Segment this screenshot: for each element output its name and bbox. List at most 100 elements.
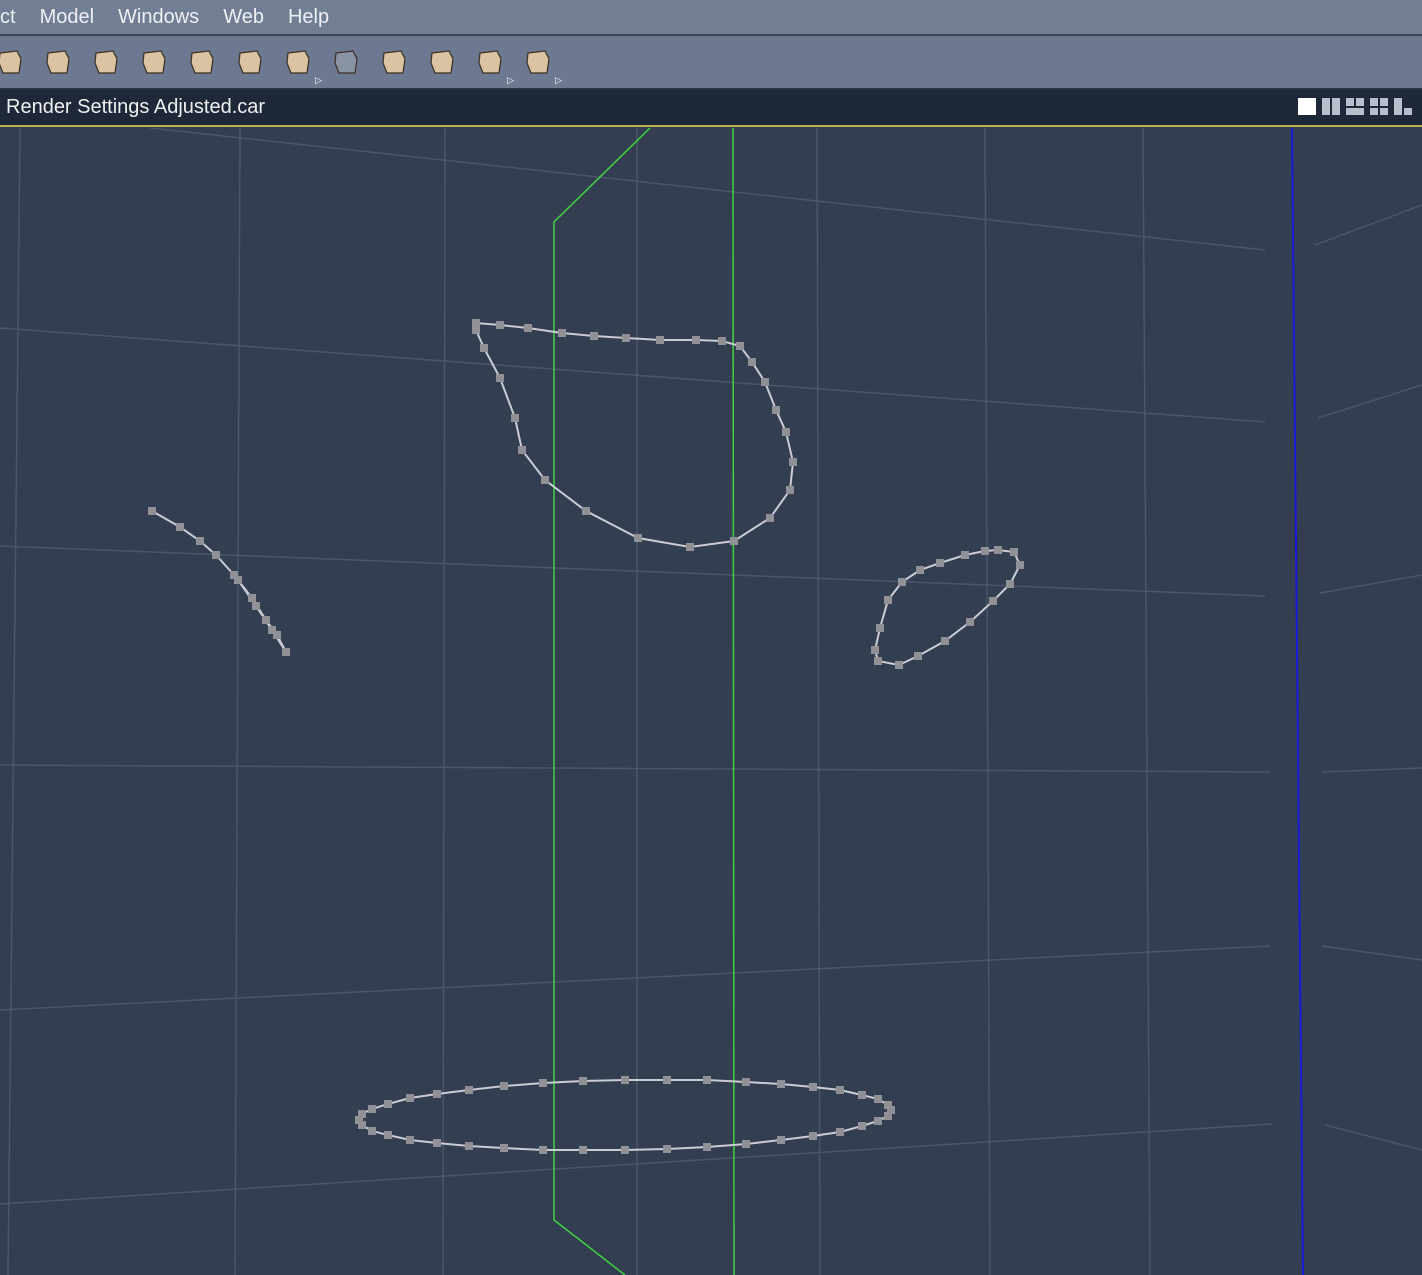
control-point[interactable] — [874, 1095, 882, 1103]
box-icon[interactable] — [184, 44, 220, 80]
control-point[interactable] — [884, 1112, 892, 1120]
control-point[interactable] — [966, 618, 974, 626]
control-point[interactable] — [1016, 561, 1024, 569]
control-point[interactable] — [496, 374, 504, 382]
control-point[interactable] — [472, 319, 480, 327]
control-point[interactable] — [898, 578, 906, 586]
control-point[interactable] — [782, 428, 790, 436]
control-point[interactable] — [772, 406, 780, 414]
control-point[interactable] — [621, 1146, 629, 1154]
lathe-icon[interactable] — [88, 44, 124, 80]
loft-icon[interactable] — [376, 44, 412, 80]
menu-help[interactable]: Help — [288, 6, 329, 29]
control-point[interactable] — [941, 637, 949, 645]
revolve-icon[interactable] — [40, 44, 76, 80]
control-point[interactable] — [858, 1122, 866, 1130]
control-point[interactable] — [742, 1078, 750, 1086]
control-point[interactable] — [858, 1091, 866, 1099]
control-point[interactable] — [433, 1090, 441, 1098]
control-point[interactable] — [268, 626, 276, 634]
control-point[interactable] — [786, 486, 794, 494]
profile-curve-left[interactable] — [151, 510, 287, 653]
control-point[interactable] — [989, 597, 997, 605]
control-point[interactable] — [212, 551, 220, 559]
control-point[interactable] — [433, 1139, 441, 1147]
control-point[interactable] — [703, 1143, 711, 1151]
control-point[interactable] — [761, 378, 769, 386]
control-point[interactable] — [465, 1142, 473, 1150]
control-point[interactable] — [994, 546, 1002, 554]
control-point[interactable] — [874, 1117, 882, 1125]
control-point[interactable] — [686, 543, 694, 551]
control-point[interactable] — [718, 337, 726, 345]
control-point[interactable] — [176, 523, 184, 531]
control-point[interactable] — [590, 332, 598, 340]
control-point[interactable] — [789, 458, 797, 466]
control-point[interactable] — [663, 1145, 671, 1153]
control-point[interactable] — [480, 344, 488, 352]
control-point[interactable] — [736, 342, 744, 350]
control-point[interactable] — [663, 1076, 671, 1084]
control-point[interactable] — [384, 1131, 392, 1139]
extrude-icon[interactable] — [0, 44, 28, 80]
control-point[interactable] — [539, 1079, 547, 1087]
single-view-layout-button[interactable] — [1298, 98, 1316, 115]
control-point[interactable] — [579, 1146, 587, 1154]
control-point[interactable] — [518, 446, 526, 454]
control-point[interactable] — [961, 551, 969, 559]
control-point[interactable] — [748, 358, 756, 366]
control-point[interactable] — [916, 566, 924, 574]
control-point[interactable] — [622, 334, 630, 342]
control-point[interactable] — [148, 507, 156, 515]
control-point[interactable] — [692, 336, 700, 344]
control-point[interactable] — [634, 534, 642, 542]
deform-icon[interactable]: ▷ — [520, 44, 562, 85]
profile-curve-top[interactable] — [475, 322, 795, 549]
control-point[interactable] — [703, 1076, 711, 1084]
control-point[interactable] — [1006, 580, 1014, 588]
control-point[interactable] — [777, 1136, 785, 1144]
control-point[interactable] — [496, 321, 504, 329]
control-point[interactable] — [730, 537, 738, 545]
control-point[interactable] — [384, 1100, 392, 1108]
control-point[interactable] — [406, 1094, 414, 1102]
control-point[interactable] — [234, 576, 242, 584]
profile-curve-right[interactable] — [873, 548, 1022, 667]
control-point[interactable] — [465, 1086, 473, 1094]
control-point[interactable] — [936, 559, 944, 567]
control-point[interactable] — [196, 537, 204, 545]
two-vertical-layout-button[interactable] — [1322, 98, 1340, 115]
sphere-icon[interactable]: ▷ — [280, 44, 322, 85]
control-point[interactable] — [368, 1105, 376, 1113]
control-point[interactable] — [836, 1086, 844, 1094]
control-point[interactable] — [262, 616, 270, 624]
control-point[interactable] — [836, 1128, 844, 1136]
control-point[interactable] — [368, 1127, 376, 1135]
control-point[interactable] — [539, 1146, 547, 1154]
control-point[interactable] — [500, 1144, 508, 1152]
control-point[interactable] — [511, 414, 519, 422]
control-point[interactable] — [884, 596, 892, 604]
control-point[interactable] — [524, 324, 532, 332]
menu-model[interactable]: Model — [40, 6, 94, 29]
sweep-icon[interactable] — [232, 44, 268, 80]
control-point[interactable] — [252, 602, 260, 610]
3d-viewport[interactable] — [0, 128, 1422, 1275]
skin-icon[interactable] — [424, 44, 460, 80]
control-point[interactable] — [500, 1082, 508, 1090]
menu-web[interactable]: Web — [223, 6, 264, 29]
control-point[interactable] — [766, 514, 774, 522]
control-point[interactable] — [884, 1101, 892, 1109]
control-point[interactable] — [472, 326, 480, 334]
control-point[interactable] — [358, 1110, 366, 1118]
control-point[interactable] — [742, 1140, 750, 1148]
three-view-layout-button[interactable] — [1394, 98, 1412, 115]
control-point[interactable] — [582, 507, 590, 515]
two-horizontal-layout-button[interactable] — [1346, 98, 1364, 115]
menu-select[interactable]: ct — [0, 6, 16, 29]
control-point[interactable] — [874, 657, 882, 665]
control-point[interactable] — [406, 1136, 414, 1144]
control-point[interactable] — [777, 1080, 785, 1088]
control-point[interactable] — [876, 624, 884, 632]
line-icon[interactable] — [328, 44, 364, 80]
